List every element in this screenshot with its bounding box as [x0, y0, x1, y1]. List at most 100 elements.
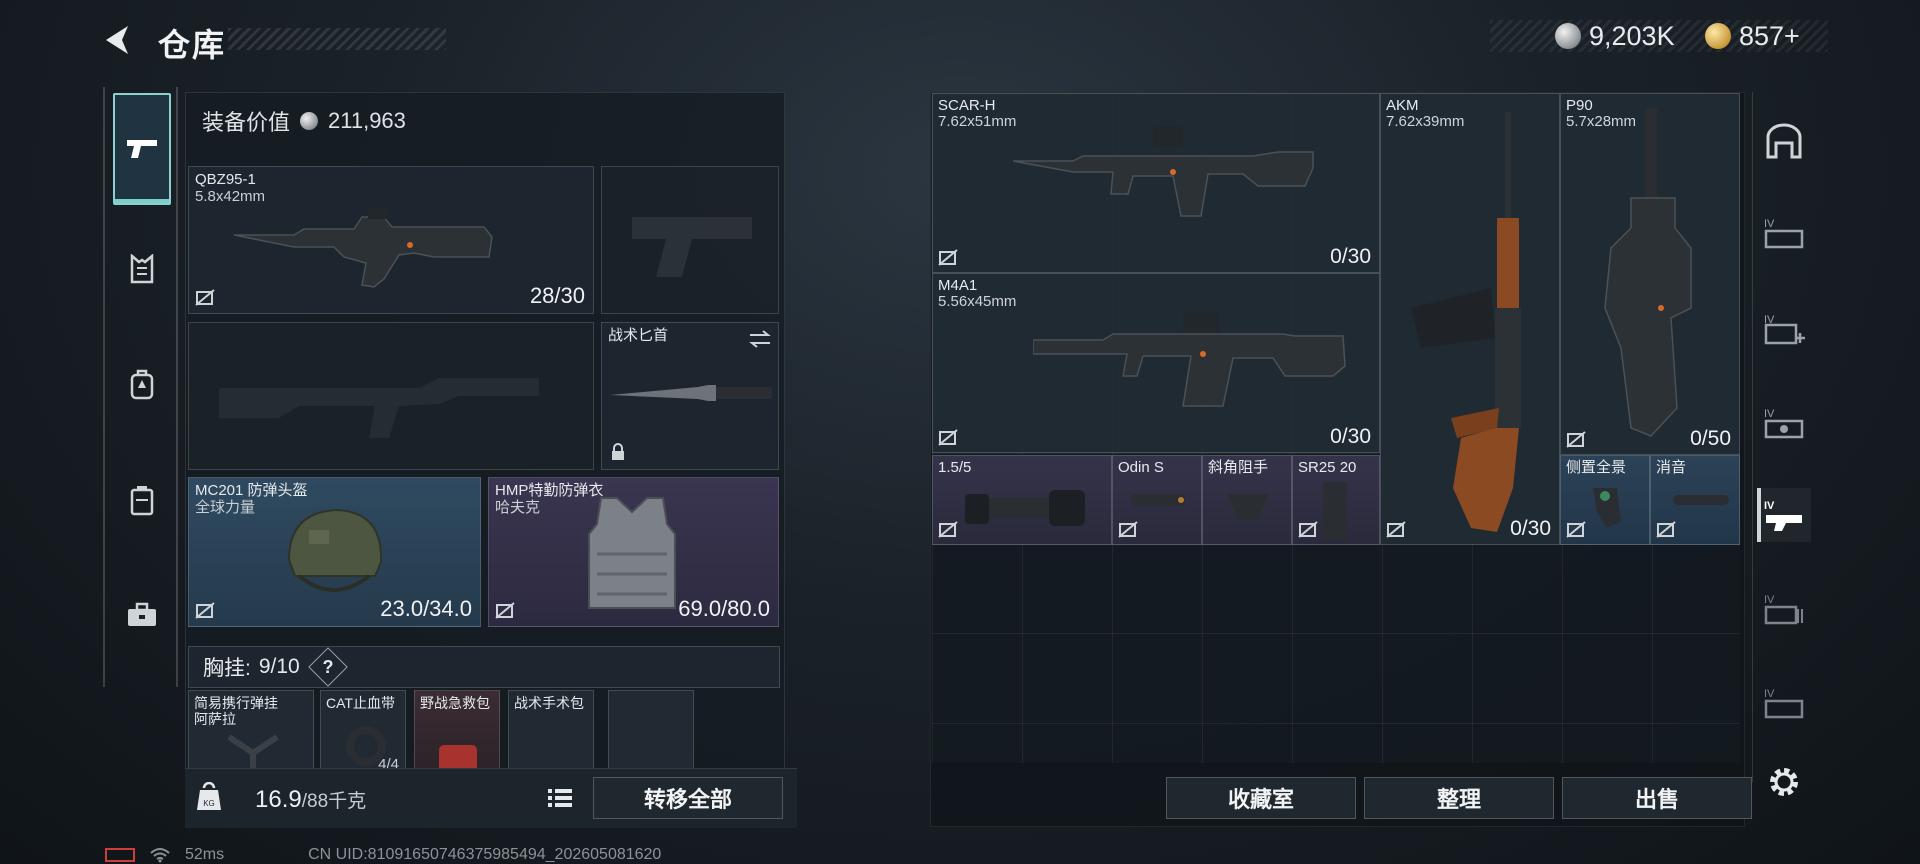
body-armor-image: [588, 497, 676, 609]
p90-image: [1604, 108, 1692, 437]
tab-chest-rig[interactable]: [113, 239, 171, 299]
gold-currency[interactable]: 857+: [1705, 20, 1800, 52]
equipment-value: 装备价值 211,963: [202, 105, 406, 137]
sidearm-slot[interactable]: [601, 166, 779, 314]
carry-weight: 16.9/88千克: [255, 786, 366, 814]
rig-item-name: 简易携行弹挂: [194, 695, 278, 711]
melee-slot[interactable]: 战术匕首: [601, 322, 779, 470]
helmet-slot[interactable]: MC201 防弹头盔 全球力量 23.0/34.0: [188, 477, 481, 627]
tab-backpack[interactable]: [113, 354, 171, 414]
svg-text:IV: IV: [1764, 688, 1775, 700]
rig-pouch-slot[interactable]: CAT止血带 4/4: [320, 690, 406, 774]
magazine-image: [1323, 482, 1347, 540]
equipment-value-label: 装备价值: [202, 110, 291, 135]
stash-item-scope[interactable]: 1.5/5: [932, 455, 1112, 545]
item-name: M4A1: [938, 277, 978, 294]
tab-stash-page-5[interactable]: IV: [1757, 582, 1811, 636]
stash-item-side-scope[interactable]: 侧置全景: [1560, 455, 1650, 545]
weapon-name: QBZ95-1: [195, 171, 256, 188]
tab-stash-page-3[interactable]: IV: [1757, 396, 1811, 450]
qbz95-rifle-image: [234, 209, 493, 288]
surgery-kit-name: 战术手术包: [514, 695, 584, 711]
unmarked-icon: [1118, 521, 1138, 538]
stash-page-icon: IV: [1764, 688, 1804, 719]
tab-briefcase[interactable]: [113, 585, 171, 645]
scar-h-image: [1013, 126, 1314, 217]
unmarked-icon: [195, 602, 215, 619]
rig-pouch-slot[interactable]: 野战急救包: [414, 690, 500, 774]
stash-item-scar-h[interactable]: SCAR-H 7.62x51mm 0/30: [932, 93, 1380, 273]
unmarked-icon: [938, 249, 958, 266]
transfer-all-button[interactable]: 转移全部: [593, 777, 783, 819]
list-icon: [548, 789, 572, 807]
ammo-count: 0/30: [1510, 517, 1551, 540]
ammo-count: 0/50: [1690, 427, 1731, 450]
chest-rig-label: 胸挂:: [203, 657, 251, 680]
weight-icon: KG: [197, 782, 221, 810]
ammo-count: 0/30: [1330, 425, 1371, 448]
m4a1-image: [1033, 312, 1346, 407]
unmarked-icon: [1386, 521, 1406, 538]
secondary-weapon-slot[interactable]: [188, 322, 594, 470]
settings-gear-icon[interactable]: [1766, 764, 1802, 800]
armor-durability: 69.0/80.0: [678, 596, 770, 621]
ping: 52ms: [185, 846, 225, 863]
back-arrow-icon[interactable]: [100, 22, 136, 58]
helmet-name: MC201 防弹头盔: [195, 482, 308, 499]
sell-button[interactable]: 出售: [1562, 777, 1752, 819]
tab-container[interactable]: [113, 470, 171, 530]
helmet-image: [287, 508, 383, 592]
stash-item-suppressor[interactable]: 消音: [1650, 455, 1740, 545]
unmarked-icon: [1298, 521, 1318, 538]
armor-slot[interactable]: HMP特勤防弹衣 哈夫克 69.0/80.0: [488, 477, 779, 627]
svg-text:KG: KG: [203, 799, 215, 808]
max-weight: /88千克: [301, 791, 367, 812]
chest-rig-header: 胸挂: 9/10 ?: [188, 646, 780, 688]
odin-s-image: [1131, 494, 1185, 506]
collection-room-button[interactable]: 收藏室: [1166, 777, 1356, 819]
battery-low-icon: [105, 848, 135, 862]
title-decoration: [228, 28, 446, 50]
suppressor-image: [1673, 495, 1729, 505]
chest-rig-icon: [130, 254, 154, 284]
svg-text:IV: IV: [1764, 594, 1775, 606]
page-title: 仓库: [158, 27, 227, 63]
stash-item-m4a1[interactable]: M4A1 5.56x45mm 0/30: [932, 273, 1380, 453]
stash-item-angled-grip[interactable]: 斜角阻手: [1202, 455, 1292, 545]
stash-page-icon: IV: [1764, 594, 1803, 625]
tourniquet-name: CAT止血带: [326, 695, 395, 711]
silver-coin-icon: [1555, 23, 1581, 49]
tab-stash-page-1[interactable]: IV: [1757, 206, 1811, 260]
unmarked-icon: [495, 602, 515, 619]
rig-pouch-slot-empty[interactable]: [608, 690, 694, 774]
silver-currency: 9,203K: [1555, 20, 1675, 52]
tab-weapons[interactable]: [113, 93, 171, 205]
item-caliber: 7.62x51mm: [938, 113, 1017, 130]
stash-item-akm[interactable]: AKM 7.62x39mm 0/30: [1380, 93, 1560, 545]
silver-amount: 9,203K: [1589, 20, 1675, 51]
list-view-button[interactable]: [542, 780, 578, 816]
akm-image: [1411, 112, 1521, 532]
organize-button[interactable]: 整理: [1364, 777, 1554, 819]
rig-pouch-slot[interactable]: 战术手术包: [508, 690, 594, 774]
tab-stash-page-4[interactable]: IV: [1757, 488, 1811, 542]
swap-icon[interactable]: [748, 329, 772, 349]
backpack-icon: [130, 369, 154, 400]
rig-slot[interactable]: 简易携行弹挂 阿萨拉: [188, 690, 314, 774]
tab-stash-home[interactable]: [1757, 114, 1811, 168]
gold-amount: 857+: [1739, 20, 1800, 51]
stash-page-tabs: IV IV IV IV IV IV: [1752, 92, 1814, 782]
pistol-icon: [127, 140, 157, 158]
stash-item-sr25-mag[interactable]: SR25 20: [1292, 455, 1380, 545]
helmet-durability: 23.0/34.0: [380, 596, 472, 621]
primary-weapon-slot[interactable]: QBZ95-1 5.8x42mm 28/30: [188, 166, 594, 314]
tab-stash-page-2[interactable]: IV: [1757, 302, 1811, 356]
unmarked-icon: [1566, 521, 1586, 538]
stash-item-p90[interactable]: P90 5.7x28mm 0/50: [1560, 93, 1740, 455]
tab-stash-page-6[interactable]: IV: [1757, 676, 1811, 730]
stash-item-odin-s[interactable]: Odin S: [1112, 455, 1202, 545]
helmet-brand: 全球力量: [195, 499, 256, 516]
item-name: P90: [1566, 97, 1593, 114]
help-icon[interactable]: ?: [307, 647, 348, 687]
current-weight: 16.9: [255, 786, 302, 813]
